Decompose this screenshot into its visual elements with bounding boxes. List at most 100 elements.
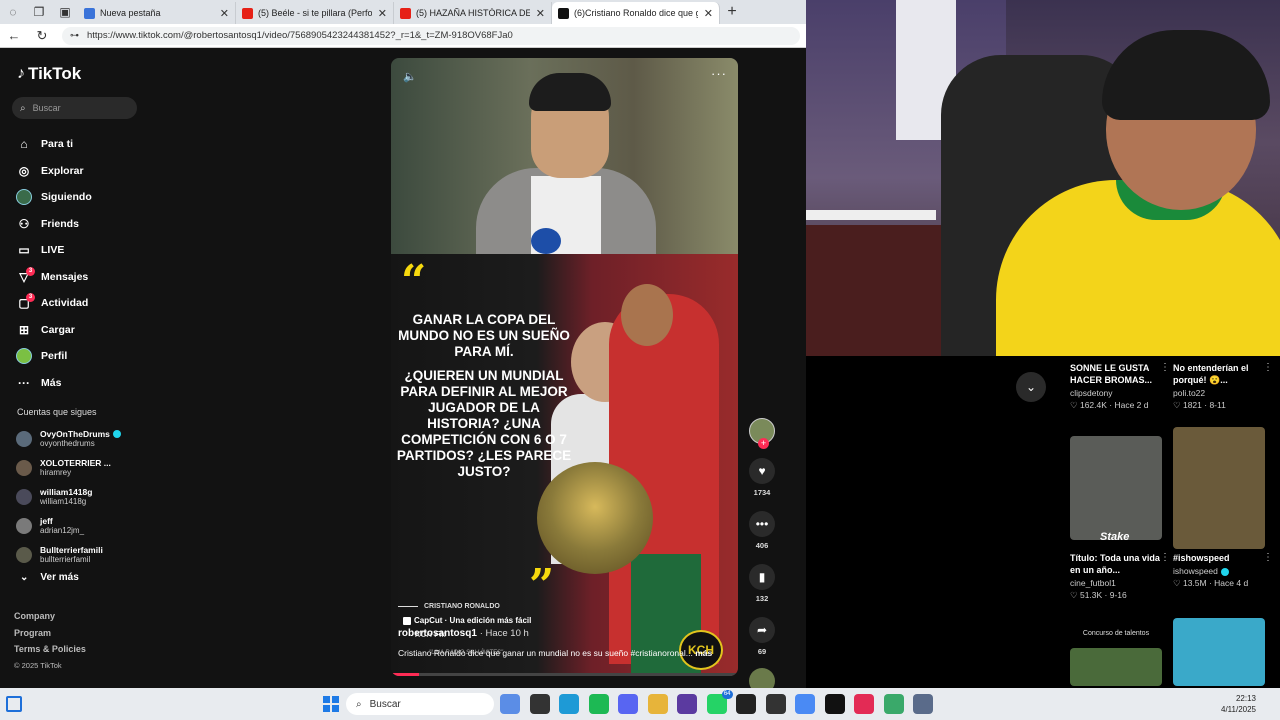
photos-icon[interactable] bbox=[883, 694, 904, 714]
following-account[interactable]: jeff adrian12jm_ bbox=[16, 511, 121, 540]
following-account[interactable]: OvyOnTheDrums ovyonthedrums bbox=[16, 424, 121, 453]
back-icon[interactable]: ← bbox=[0, 28, 28, 43]
notification-badge: 3 bbox=[26, 266, 35, 276]
spotify-icon[interactable] bbox=[588, 694, 609, 714]
copilot-icon[interactable] bbox=[500, 694, 520, 714]
footer-link-company[interactable]: Company bbox=[14, 611, 86, 628]
feed-card-user: clipsdetony bbox=[1070, 388, 1113, 398]
sidebar-item-friends[interactable]: ⚇ Friends bbox=[16, 211, 92, 238]
sidebar-item-explorar[interactable]: ◎ Explorar bbox=[16, 158, 92, 185]
author-avatar[interactable]: + bbox=[749, 418, 775, 449]
feed-card[interactable]: Título: Toda una vida en un año... cine_f… bbox=[1070, 552, 1170, 601]
close-tab-icon[interactable]: ✕ bbox=[220, 7, 229, 20]
video-author[interactable]: robertosantosq1 · Hace 10 h bbox=[398, 628, 529, 639]
sidebar-item-label: Friends bbox=[41, 217, 79, 230]
sidebar-item-perfil[interactable]: Perfil bbox=[16, 343, 92, 370]
workspaces-icon[interactable]: ❐ bbox=[26, 0, 52, 24]
bookmark-button[interactable]: ▮ 132 bbox=[746, 564, 778, 603]
scroll-down-button[interactable]: ⌄ bbox=[1016, 372, 1046, 402]
follow-plus-icon[interactable]: + bbox=[758, 438, 769, 449]
more-options-icon[interactable]: ⋮ bbox=[1263, 552, 1273, 563]
video-progress-bar[interactable] bbox=[391, 673, 738, 676]
edge-icon[interactable] bbox=[559, 694, 579, 714]
more-options-icon[interactable]: ⋮ bbox=[1263, 362, 1273, 373]
video-thumbnail[interactable] bbox=[1173, 427, 1265, 549]
share-button[interactable]: ➦ 69 bbox=[746, 617, 778, 656]
profile-icon[interactable]: ◌ bbox=[0, 0, 26, 24]
video-thumbnail[interactable]: Stake bbox=[1070, 436, 1162, 540]
feed-card-stats: ♡ 51.3K · 9-16 bbox=[1070, 590, 1127, 600]
tab-actions-icon[interactable]: ▣ bbox=[52, 0, 78, 24]
settings-icon[interactable] bbox=[913, 694, 933, 714]
discord-icon[interactable] bbox=[618, 694, 638, 714]
more-options-icon[interactable]: ⋮ bbox=[1160, 552, 1170, 563]
video-thumbnail[interactable] bbox=[1070, 648, 1162, 686]
browser-tab[interactable]: (5) HAZAÑA HISTÓRICA DEL VERD ✕ bbox=[394, 2, 552, 24]
steam-app-icon[interactable] bbox=[765, 694, 786, 714]
tiktok-page: ♪ TikTok ⌕ Buscar ⌂ Para ti ◎ Explorar Sigui… bbox=[0, 48, 806, 694]
avatar bbox=[16, 517, 32, 534]
windows-start-icon[interactable] bbox=[323, 696, 339, 712]
volume-icon[interactable]: 🔈 bbox=[403, 70, 417, 83]
close-tab-icon[interactable]: ✕ bbox=[704, 7, 713, 20]
sidebar-item-actividad[interactable]: ▢ 3 Actividad bbox=[16, 290, 92, 317]
video-caption: Cristiano Ronaldo dice que ganar un mund… bbox=[398, 648, 713, 658]
sidebar-item-mensajes[interactable]: ▽ 3 Mensajes bbox=[16, 264, 92, 291]
video-thumbnail[interactable] bbox=[1173, 618, 1265, 686]
account-handle: bullterrierfamil bbox=[40, 554, 91, 564]
verified-badge-icon bbox=[112, 430, 121, 439]
close-tab-icon[interactable]: ✕ bbox=[536, 7, 545, 20]
comment-button[interactable]: ••• 406 bbox=[746, 511, 778, 550]
browser-tab[interactable]: (6)Cristiano Ronaldo dice que gar ✕ bbox=[552, 2, 720, 24]
capcut-alt-icon[interactable] bbox=[824, 694, 845, 714]
footer-link-terms[interactable]: Terms & Policies bbox=[14, 644, 86, 661]
feed-card-user: cine_futbol1 bbox=[1070, 578, 1116, 588]
share-icon: ➦ bbox=[749, 617, 775, 643]
capcut-badge[interactable]: CapCut · Una edición más fácil bbox=[403, 616, 531, 625]
sidebar-item-label: LIVE bbox=[41, 244, 65, 257]
sidebar-item-label: Más bbox=[41, 376, 62, 389]
sidebar-item-para-ti[interactable]: ⌂ Para ti bbox=[16, 131, 92, 158]
close-tab-icon[interactable]: ✕ bbox=[378, 7, 387, 20]
footer-link-program[interactable]: Program bbox=[14, 628, 86, 645]
tiktok-logo[interactable]: ♪ TikTok bbox=[17, 64, 81, 84]
sidebar-item-cargar[interactable]: ⊞ Cargar bbox=[16, 317, 92, 344]
following-account[interactable]: william1418g william1418g bbox=[16, 482, 121, 511]
site-info-icon[interactable]: ⊶ bbox=[70, 30, 79, 41]
following-account[interactable]: XOLOTERRIER ... hiramrey bbox=[16, 453, 121, 482]
feed-card-stats: ♡ 1821 · 8-11 bbox=[1173, 400, 1226, 410]
new-tab-button[interactable]: + bbox=[720, 3, 744, 21]
video-credit: CRISTIANO RONALDO bbox=[398, 603, 568, 610]
search-input[interactable]: ⌕ Buscar bbox=[12, 97, 137, 119]
capcut-icon[interactable] bbox=[736, 694, 756, 714]
like-button[interactable]: ♥ 1734 bbox=[746, 458, 778, 497]
browser-tab[interactable]: Nueva pestaña ✕ bbox=[78, 2, 236, 24]
tiktok-icon[interactable] bbox=[854, 694, 874, 714]
feed-card[interactable]: #ishowspeed ishowspeed ♡ 13.5M · Hace 4 d ⋮ bbox=[1173, 552, 1273, 589]
whatsapp-icon[interactable]: 64 bbox=[706, 690, 733, 714]
chrome-icon[interactable] bbox=[795, 694, 815, 714]
sidebar-item-siguiendo[interactable]: Siguiendo bbox=[16, 184, 92, 211]
browser-tab[interactable]: (5) Beéle - si te pillara (Performan ✕ bbox=[236, 2, 394, 24]
capcut-icon bbox=[403, 616, 411, 625]
reload-icon[interactable]: ↻ bbox=[28, 28, 56, 44]
following-account[interactable]: Bullterrierfamili bullterrierfamil bbox=[16, 540, 121, 569]
feed-card[interactable]: SONNE LE GUSTA HACER BROMAS... clipsdeton… bbox=[1070, 362, 1170, 411]
sidebar-item-live[interactable]: ▭ LIVE bbox=[16, 237, 92, 264]
folder-icon[interactable] bbox=[647, 694, 668, 714]
obs-icon[interactable] bbox=[677, 694, 697, 714]
webcam-overlay bbox=[806, 0, 1280, 356]
widgets-icon[interactable] bbox=[6, 696, 22, 712]
video-player[interactable]: “ ” GANAR LA COPA DEL MUNDO NO ES UN SUE… bbox=[391, 58, 738, 676]
more-options-icon[interactable]: ⋮ bbox=[1160, 362, 1170, 373]
taskbar-clock[interactable]: 22:13 4/11/2025 bbox=[1221, 693, 1256, 715]
file-explorer-icon[interactable] bbox=[529, 694, 550, 714]
taskbar-search[interactable]: ⌕ Buscar bbox=[346, 693, 494, 715]
url-field[interactable]: ⊶ https://www.tiktok.com/@robertosantosq… bbox=[62, 26, 800, 45]
caption-more-link[interactable]: más bbox=[695, 648, 712, 658]
sidebar-item-más[interactable]: ··· Más bbox=[16, 370, 92, 397]
more-options-icon[interactable]: ··· bbox=[711, 66, 727, 81]
see-more-button[interactable]: ⌄ Ver más bbox=[20, 572, 79, 583]
tab-title: (6)Cristiano Ronaldo dice que gar bbox=[574, 8, 698, 18]
feed-card[interactable]: No entenderían el porqué! 😮... poli.to22 ♡… bbox=[1173, 362, 1273, 411]
